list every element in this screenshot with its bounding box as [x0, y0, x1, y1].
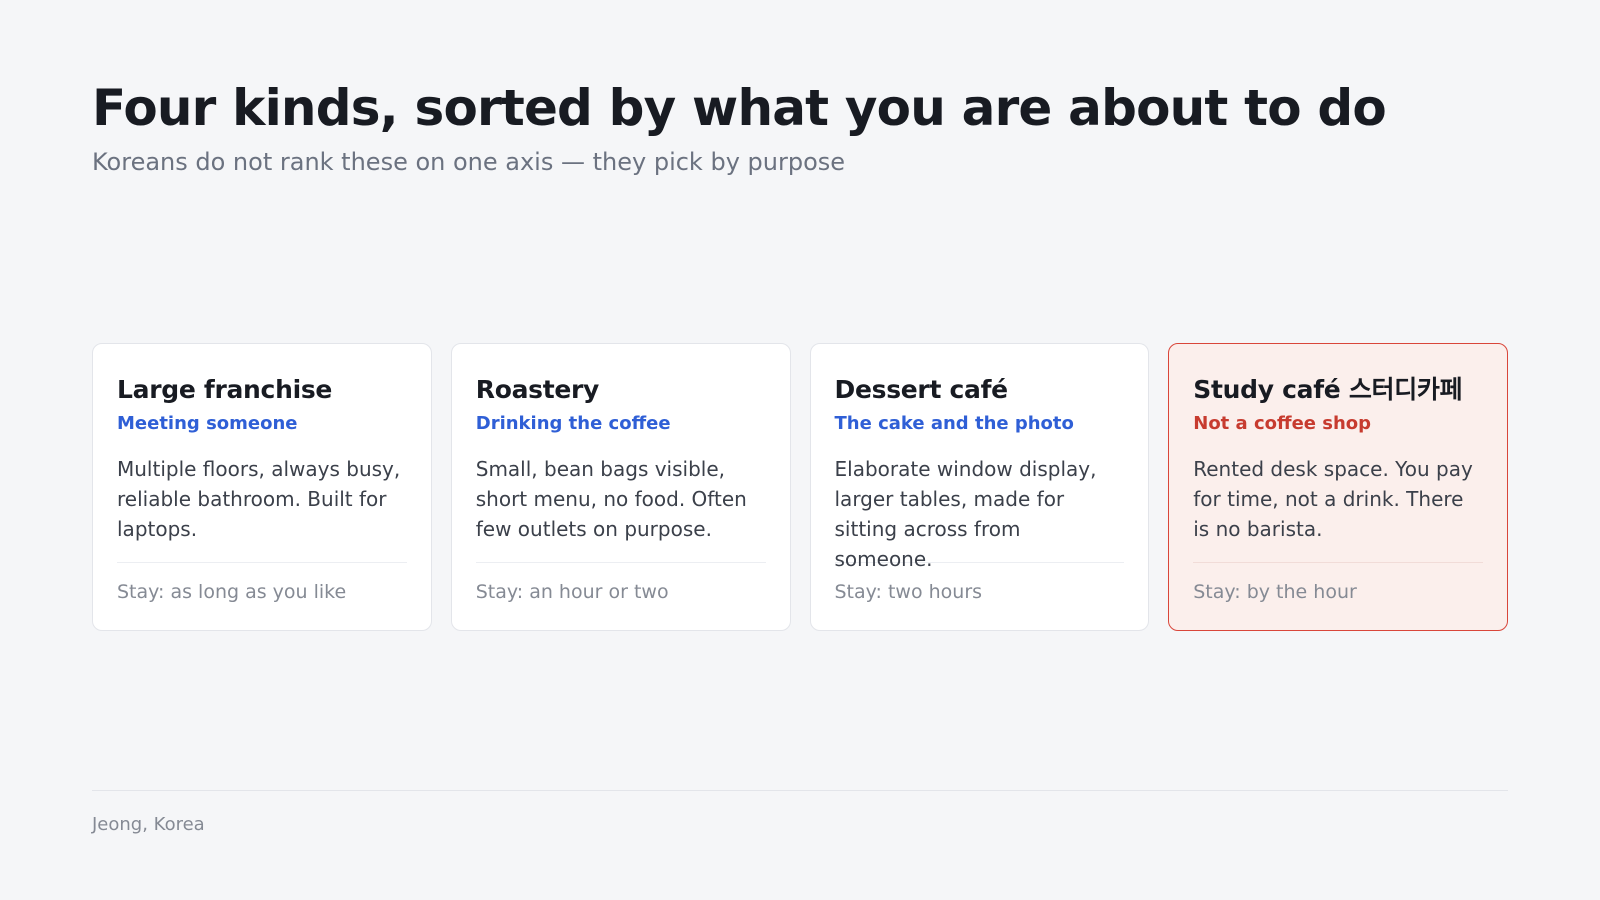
card-study-cafe: Study café 스터디카페 Not a coffee shop Rente…: [1168, 343, 1508, 631]
page-subtitle: Koreans do not rank these on one axis — …: [92, 148, 846, 176]
card-divider: [117, 562, 407, 563]
card-stay: Stay: two hours: [834, 581, 983, 603]
page-title: Four kinds, sorted by what you are about…: [92, 79, 1387, 137]
card-stay: Stay: an hour or two: [475, 581, 669, 603]
card-stay: Stay: by the hour: [1193, 581, 1357, 603]
card-purpose-tag: Not a coffee shop: [1193, 413, 1372, 434]
card-title: Study café 스터디카페: [1193, 375, 1463, 404]
card-roastery: Roastery Drinking the coffee Small, bean…: [450, 343, 791, 631]
card-row: Large franchise Meeting someone Multiple…: [92, 343, 1508, 631]
card-stay: Stay: as long as you like: [117, 581, 347, 603]
card-title: Roastery: [475, 375, 600, 404]
card-purpose-tag: Meeting someone: [117, 413, 298, 434]
card-description: Elaborate window display, larger tables,…: [834, 457, 1097, 571]
card-description: Multiple floors, always busy, reliable b…: [117, 457, 401, 541]
card-title: Large franchise: [117, 375, 333, 404]
card-purpose-tag: The cake and the photo: [834, 413, 1074, 434]
card-large-franchise: Large franchise Meeting someone Multiple…: [92, 343, 432, 631]
card-description: Small, bean bags visible, short menu, no…: [475, 457, 747, 541]
footer-credit: Jeong, Korea: [92, 814, 205, 835]
card-divider: [1193, 562, 1483, 563]
card-purpose-tag: Drinking the coffee: [475, 413, 671, 434]
card-dessert-cafe: Dessert café The cake and the photo Elab…: [809, 343, 1150, 631]
slide: Four kinds, sorted by what you are about…: [0, 0, 1600, 900]
card-title: Dessert café: [834, 375, 1009, 404]
card-description: Rented desk space. You pay for time, not…: [1193, 457, 1473, 541]
footer-divider: [92, 790, 1508, 791]
card-divider: [475, 562, 766, 563]
